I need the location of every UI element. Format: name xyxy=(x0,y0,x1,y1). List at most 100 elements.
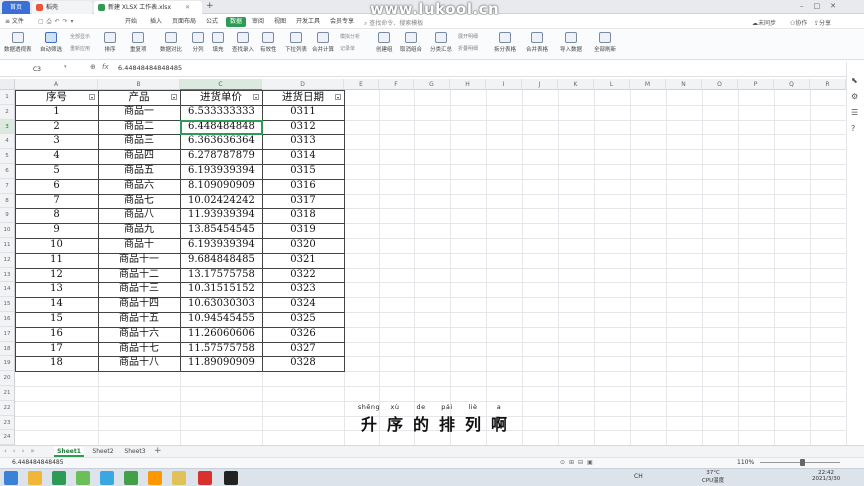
table-cell[interactable]: 13.17575758 xyxy=(180,268,262,283)
table-cell[interactable]: 15 xyxy=(15,312,98,327)
menu-view[interactable]: 视图 xyxy=(274,17,286,27)
table-cell[interactable]: 0327 xyxy=(262,342,344,357)
row-header[interactable]: 22 xyxy=(0,400,15,416)
column-header[interactable]: N xyxy=(666,79,702,90)
table-cell[interactable]: 6.533333333 xyxy=(180,105,262,120)
menu-insert[interactable]: 插入 xyxy=(150,17,162,27)
column-header[interactable]: Q xyxy=(774,79,810,90)
row-header[interactable]: 8 xyxy=(0,193,15,209)
table-cell[interactable]: 6.278787879 xyxy=(180,149,262,164)
menu-page-layout[interactable]: 页面布局 xyxy=(172,17,196,27)
table-cell[interactable]: 商品十五 xyxy=(98,312,180,327)
capcut-icon[interactable] xyxy=(224,471,238,485)
what-if-button[interactable]: 模拟分析 xyxy=(340,33,360,40)
table-cell[interactable]: 商品十四 xyxy=(98,297,180,312)
zoom-icon[interactable]: ⊕ xyxy=(90,63,96,71)
expand-detail-button[interactable]: 展开明细 xyxy=(458,33,478,40)
column-header[interactable]: P xyxy=(738,79,774,90)
table-cell[interactable]: 0312 xyxy=(262,120,344,135)
table-cell[interactable]: 8.109090909 xyxy=(180,179,262,194)
lookup-button[interactable]: 查找录入 xyxy=(232,32,254,53)
refresh-all-button[interactable]: 全部刷新 xyxy=(594,32,616,53)
tab-home[interactable]: 首页 xyxy=(2,1,30,14)
table-cell[interactable]: 0314 xyxy=(262,149,344,164)
table-cell[interactable]: 商品十 xyxy=(98,238,180,253)
collapse-detail-button[interactable]: 折叠明细 xyxy=(458,45,478,52)
table-cell[interactable]: 商品三 xyxy=(98,134,180,149)
ungroup-button[interactable]: 取消组合 xyxy=(400,32,422,53)
table-cell[interactable]: 8 xyxy=(15,208,98,223)
name-box[interactable]: C3 xyxy=(4,64,70,75)
collab-button[interactable]: ⚇协作 xyxy=(790,18,807,27)
clock[interactable]: 22:42 2021/3/30 xyxy=(812,470,840,482)
zoom-slider-thumb[interactable] xyxy=(800,459,805,466)
quick-access-icons[interactable]: ▢⎙↶↷▾ xyxy=(38,18,77,26)
column-header[interactable]: I xyxy=(486,79,522,90)
record-form-button[interactable]: 记录单 xyxy=(340,45,355,52)
tab-docer[interactable]: 稻壳 xyxy=(32,1,92,14)
row-header[interactable]: 23 xyxy=(0,415,15,431)
column-header[interactable]: R xyxy=(810,79,846,90)
table-cell[interactable]: 1 xyxy=(15,105,98,120)
fx-icon[interactable]: fx xyxy=(102,63,109,71)
column-header[interactable]: J xyxy=(522,79,558,90)
row-header[interactable]: 13 xyxy=(0,267,15,283)
table-cell[interactable]: 17 xyxy=(15,342,98,357)
zoom-level[interactable]: 110% xyxy=(737,458,754,468)
table-cell[interactable]: 商品一 xyxy=(98,105,180,120)
table-cell[interactable]: 11.93939394 xyxy=(180,208,262,223)
app-icon-4[interactable] xyxy=(148,471,162,485)
table-cell[interactable]: 0326 xyxy=(262,327,344,342)
show-all-button[interactable]: 全部显示 xyxy=(70,33,90,40)
app-icon-1[interactable] xyxy=(52,471,66,485)
sort-button[interactable]: 排序 xyxy=(104,32,116,53)
table-cell[interactable]: 6.193939394 xyxy=(180,164,262,179)
row-header[interactable]: 24 xyxy=(0,430,15,446)
menu-review[interactable]: 审阅 xyxy=(252,17,264,27)
table-cell[interactable]: 0318 xyxy=(262,208,344,223)
table-cell[interactable]: 0319 xyxy=(262,223,344,238)
app-icon-2[interactable] xyxy=(76,471,90,485)
table-cell[interactable]: 商品六 xyxy=(98,179,180,194)
column-header[interactable]: H xyxy=(450,79,486,90)
row-header[interactable]: 11 xyxy=(0,238,15,253)
table-cell[interactable]: 16 xyxy=(15,327,98,342)
table-cell[interactable]: 10.63030303 xyxy=(180,297,262,312)
table-cell[interactable]: 10 xyxy=(15,238,98,253)
compare-button[interactable]: 数据对比 xyxy=(160,32,182,53)
column-header[interactable]: M xyxy=(630,79,666,90)
table-cell[interactable]: 4 xyxy=(15,149,98,164)
table-cell[interactable]: 13 xyxy=(15,282,98,297)
table-cell[interactable]: 11 xyxy=(15,253,98,268)
help-icon[interactable]: ? xyxy=(851,124,855,133)
table-cell[interactable]: 6.363636364 xyxy=(180,134,262,149)
filter-dropdown-icon[interactable]: ▾ xyxy=(171,94,177,100)
table-cell[interactable]: 0311 xyxy=(262,105,344,120)
table-cell[interactable]: 商品十三 xyxy=(98,282,180,297)
merge-table-button[interactable]: 合并表格 xyxy=(526,32,548,53)
table-cell[interactable]: 0324 xyxy=(262,297,344,312)
browser-icon[interactable] xyxy=(100,471,114,485)
column-header[interactable]: A xyxy=(15,79,98,90)
row-header[interactable]: 21 xyxy=(0,386,15,401)
close-icon[interactable]: ✕ xyxy=(185,4,190,11)
table-cell[interactable]: 6 xyxy=(15,179,98,194)
table-cell[interactable]: 商品九 xyxy=(98,223,180,238)
view-mode-icons[interactable]: ⊙⊞⊟▣ xyxy=(560,458,597,468)
table-cell[interactable]: 商品五 xyxy=(98,164,180,179)
dropdown-list-button[interactable]: 下拉列表 xyxy=(285,32,307,53)
table-header-cell[interactable]: 进货日期 xyxy=(262,90,344,105)
new-tab-button[interactable]: + xyxy=(206,1,214,11)
table-cell[interactable]: 0322 xyxy=(262,268,344,283)
minimize-icon[interactable]: – xyxy=(800,2,814,10)
table-cell[interactable]: 5 xyxy=(15,164,98,179)
menu-file[interactable]: ≡ 文件 xyxy=(5,17,24,27)
table-header-cell[interactable]: 序号 xyxy=(15,90,98,105)
table-cell[interactable]: 11.26060606 xyxy=(180,327,262,342)
table-cell[interactable]: 6.193939394 xyxy=(180,238,262,253)
table-header-cell[interactable]: 产品 xyxy=(98,90,180,105)
table-cell[interactable]: 12 xyxy=(15,268,98,283)
table-cell[interactable]: 13.85454545 xyxy=(180,223,262,238)
column-header[interactable]: E xyxy=(344,79,379,90)
row-header[interactable]: 18 xyxy=(0,341,15,357)
